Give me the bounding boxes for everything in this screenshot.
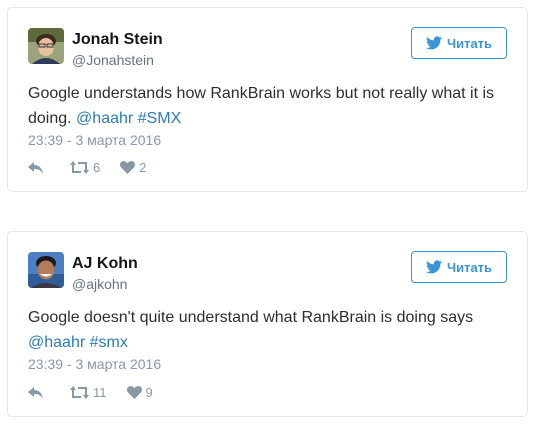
user-handle[interactable]: @Jonahstein <box>72 52 154 68</box>
follow-label: Читать <box>446 259 493 275</box>
mention-link[interactable]: @haahr <box>28 334 85 351</box>
like-button[interactable]: 2 <box>120 160 146 175</box>
tweet-card: Jonah Stein @Jonahstein Читать Google un… <box>7 7 528 192</box>
tweet-actions: 11 9 <box>28 385 153 400</box>
timestamp[interactable]: 23:39 - 3 марта 2016 <box>28 132 161 148</box>
reply-button[interactable] <box>28 161 44 175</box>
follow-label: Читать <box>446 35 493 51</box>
retweet-button[interactable]: 11 <box>70 385 107 400</box>
reply-icon <box>28 161 43 174</box>
twitter-bird-icon <box>425 260 442 274</box>
tweet-text: Google understands how RankBrain works b… <box>28 81 508 131</box>
tweet-actions: 6 2 <box>28 160 146 175</box>
retweet-icon <box>70 161 89 174</box>
mention-link[interactable]: @haahr <box>76 110 133 127</box>
reply-button[interactable] <box>28 386 44 400</box>
like-count: 2 <box>139 160 147 175</box>
tweet-text: Google doesn't quite understand what Ran… <box>28 305 508 355</box>
heart-icon <box>126 386 142 399</box>
avatar[interactable] <box>28 252 64 288</box>
like-count: 9 <box>145 385 153 400</box>
heart-icon <box>120 161 136 174</box>
tweet-body: Google doesn't quite understand what Ran… <box>28 309 474 326</box>
timestamp[interactable]: 23:39 - 3 марта 2016 <box>28 356 161 372</box>
reply-icon <box>28 386 43 399</box>
retweet-icon <box>70 386 89 399</box>
twitter-bird-icon <box>425 36 442 50</box>
display-name[interactable]: AJ Kohn <box>72 255 138 273</box>
like-button[interactable]: 9 <box>126 385 153 400</box>
retweet-count: 6 <box>93 160 101 175</box>
follow-button[interactable]: Читать <box>411 27 507 59</box>
hashtag-link[interactable]: #smx <box>90 334 128 351</box>
tweet-card: AJ Kohn @ajkohn Читать Google doesn't qu… <box>7 231 528 417</box>
avatar[interactable] <box>28 28 64 64</box>
hashtag-link[interactable]: #SMX <box>138 110 182 127</box>
user-handle[interactable]: @ajkohn <box>72 276 127 292</box>
retweet-button[interactable]: 6 <box>70 160 100 175</box>
retweet-count: 11 <box>93 385 107 400</box>
display-name[interactable]: Jonah Stein <box>72 31 163 49</box>
follow-button[interactable]: Читать <box>411 251 507 283</box>
